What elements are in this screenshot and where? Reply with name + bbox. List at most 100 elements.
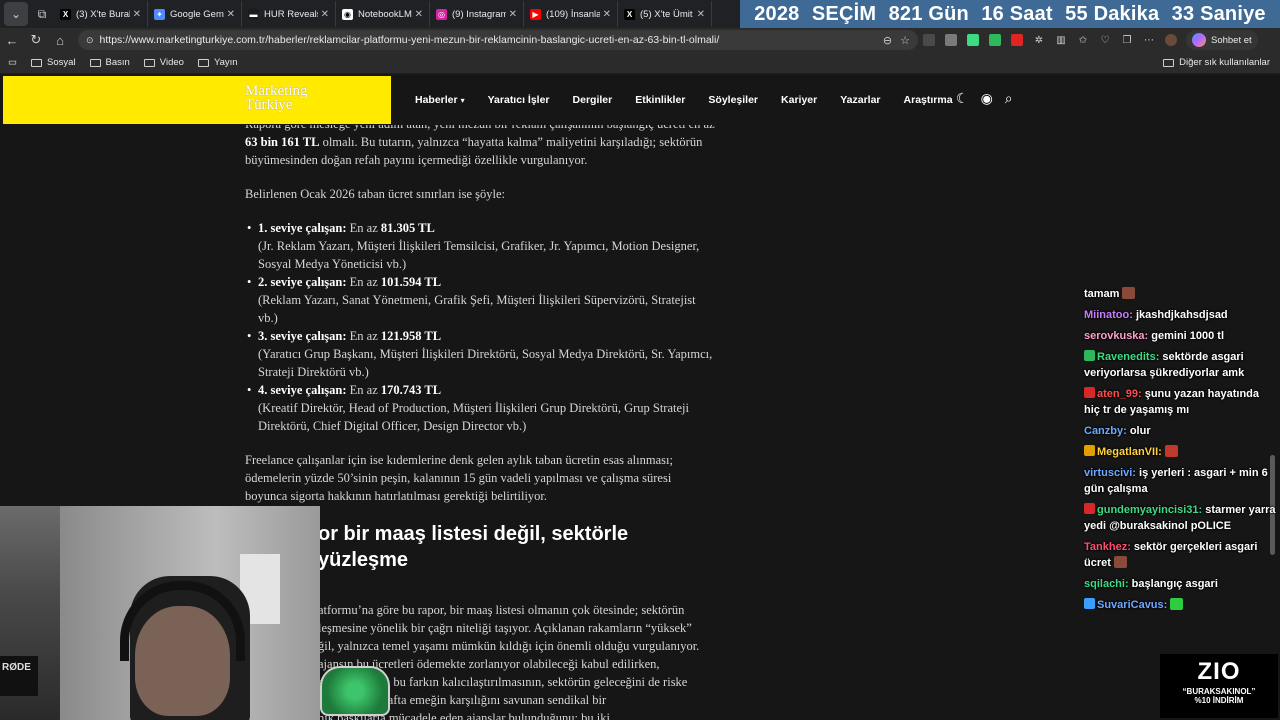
tab-close-icon[interactable]: ✕ [133, 9, 141, 20]
browser-tab[interactable]: ◉ NotebookLM ✕ [336, 1, 430, 27]
home-icon[interactable]: ⌂ [48, 29, 72, 51]
countdown-label: SEÇİM [811, 2, 877, 25]
extension-icon-1[interactable] [918, 30, 940, 50]
user-account-icon[interactable]: ◉ [981, 90, 993, 107]
address-bar[interactable]: ⊙ https://www.marketingturkiye.com.tr/ha… [78, 30, 918, 50]
chat-username[interactable]: serovkuska: [1084, 330, 1148, 342]
tab-title: (9) Instagram [452, 8, 506, 20]
menu-item-yaratici-isler[interactable]: Yaratıcı İşler [488, 94, 550, 106]
menu-item-yazarlar[interactable]: Yazarlar [840, 94, 880, 106]
article-paragraph: Belirlenen Ocak 2026 taban ücret sınırla… [245, 187, 505, 201]
chat-username[interactable]: aten_99: [1097, 388, 1142, 400]
tab-title: (3) X'te BurakSak [76, 8, 130, 20]
salary-levels-list: 1. seviye çalışan: En az 81.305 TL(Jr. R… [247, 219, 715, 435]
tab-close-icon[interactable]: ✕ [509, 9, 517, 20]
browser-tab[interactable]: X (3) X'te BurakSak✕ [54, 1, 148, 27]
more-menu-icon[interactable]: ⋯ [1138, 30, 1160, 50]
bookmark-folder-sosyal[interactable]: Sosyal [30, 57, 76, 68]
copilot-chat-button[interactable]: Sohbet et [1186, 30, 1258, 50]
chat-username[interactable]: SuvariCavus: [1097, 599, 1167, 611]
bookmark-folder-yayin[interactable]: Yayın [197, 57, 238, 68]
chat-message: sqilachi: başlangıç asgari [1084, 576, 1276, 592]
reading-list-icon[interactable]: ▭ [8, 57, 17, 68]
menu-item-arastirma[interactable]: Araştırma [904, 94, 953, 106]
tab-actions-menu-icon[interactable]: ⌄ [4, 2, 28, 26]
menu-item-dergiler[interactable]: Dergiler [573, 94, 613, 106]
other-favorites-folder[interactable]: Diğer sık kullanılanlar [1163, 57, 1270, 68]
extension-icon-5[interactable] [1006, 30, 1028, 50]
tab-close-icon[interactable]: ✕ [697, 9, 705, 20]
chat-username[interactable]: MegatlanVII: [1097, 446, 1162, 458]
tab-close-icon[interactable]: ✕ [415, 9, 423, 20]
countdown-days: 821 Gün [888, 2, 969, 25]
tab-title: NotebookLM [358, 8, 412, 20]
extensions-puzzle-icon[interactable]: ✲ [1028, 30, 1050, 50]
chat-badge-icon [1084, 445, 1095, 456]
countdown-minutes: 55 Dakika [1065, 2, 1160, 25]
favorite-star-icon[interactable]: ☆ [900, 34, 910, 47]
extension-icon-4[interactable] [984, 30, 1006, 50]
chat-message: MegatlanVII: [1084, 444, 1276, 460]
menu-item-etkinlikler[interactable]: Etkinlikler [635, 94, 685, 106]
chat-emote-icon [1113, 556, 1127, 568]
chat-text: jkashdjkahsdjsad [1132, 309, 1228, 321]
chat-message: tamam [1084, 286, 1276, 302]
folder-icon [89, 58, 101, 67]
promo-logo: ZIO [1197, 658, 1241, 685]
bookmark-folder-video[interactable]: Video [143, 57, 184, 68]
browser-tab[interactable]: ✦ Google Gemini✕ [148, 1, 242, 27]
workspaces-icon[interactable]: ⧉ [30, 2, 54, 26]
copilot-label: Sohbet et [1211, 34, 1252, 46]
chat-username[interactable]: virtuscivi: [1084, 467, 1136, 479]
chat-username[interactable]: Ravenedits: [1097, 351, 1159, 363]
menu-item-haberler[interactable]: Haberler ▾ [415, 94, 465, 106]
chat-badge-icon [1084, 350, 1095, 361]
tab-close-icon[interactable]: ✕ [603, 9, 611, 20]
list-item: 4. seviye çalışan: En az 170.743 TL(Krea… [247, 381, 715, 435]
chat-username[interactable]: gundemyayincisi31: [1097, 504, 1202, 516]
browser-essentials-icon[interactable]: ♡ [1094, 30, 1116, 50]
browser-tab[interactable]: ▬ HUR Reveals Ne✕ [242, 1, 336, 27]
dark-mode-icon[interactable]: ☾ [956, 90, 969, 107]
header-actions: ☾ ◉ ⌕ [956, 90, 1025, 107]
chat-username[interactable]: sqilachi: [1084, 578, 1129, 590]
menu-item-kariyer[interactable]: Kariyer [781, 94, 817, 106]
bookmark-folder-basin[interactable]: Basın [89, 57, 130, 68]
collections-icon[interactable]: ❐ [1116, 30, 1138, 50]
reader-view-icon[interactable]: ⊖ [883, 34, 892, 47]
chat-emote-icon [1170, 598, 1184, 610]
profile-avatar-icon[interactable] [1160, 30, 1182, 50]
site-logo[interactable]: Marketing Türkiye [245, 84, 307, 113]
chat-username[interactable]: Tankhez: [1084, 541, 1131, 553]
chat-username[interactable]: Canzby: [1084, 425, 1127, 437]
chat-text: başlangıç asgari [1128, 578, 1218, 590]
site-info-icon[interactable]: ⊙ [86, 35, 94, 46]
promo-discount: %10 İNDİRİM [1194, 696, 1244, 705]
tab-title: HUR Reveals Ne [264, 8, 318, 20]
chevron-down-icon: ▾ [460, 96, 465, 105]
chat-username[interactable]: Miinatoo: [1084, 309, 1133, 321]
reload-icon[interactable]: ↻ [24, 29, 48, 51]
back-icon[interactable]: ← [0, 29, 24, 51]
tab-close-icon[interactable]: ✕ [227, 9, 235, 20]
browser-tab[interactable]: ▶ (109) İnsanlar N✕ [524, 1, 618, 27]
tab-close-icon[interactable]: ✕ [321, 9, 329, 20]
split-screen-icon[interactable]: ▥ [1050, 30, 1072, 50]
extension-icon-2[interactable] [940, 30, 962, 50]
chat-badge-icon [1084, 503, 1095, 514]
chat-message: serovkuska: gemini 1000 tl [1084, 328, 1276, 344]
chat-emote-icon [1122, 287, 1136, 299]
site-logo-background[interactable] [3, 76, 391, 124]
countdown-year: 2028 [754, 2, 800, 25]
extension-icon-3[interactable] [962, 30, 984, 50]
tab-strip: X(3) X'te BurakSak✕✦Google Gemini✕▬HUR R… [54, 1, 712, 27]
browser-tab[interactable]: ◎ (9) Instagram ✕ [430, 1, 524, 27]
search-icon[interactable]: ⌕ [1005, 90, 1013, 107]
menu-item-soylesiler[interactable]: Söyleşiler [708, 94, 758, 106]
site-main-menu: Haberler ▾ Yaratıcı İşler Dergiler Etkinl… [415, 75, 976, 125]
countdown-hours: 16 Saat [981, 2, 1053, 25]
browser-tab[interactable]: X (5) X'te Ümit Öz✕ [618, 1, 712, 27]
tab-title: Google Gemini [170, 8, 224, 20]
x-logo-icon: X [60, 8, 71, 20]
favorites-icon[interactable]: ✩ [1072, 30, 1094, 50]
